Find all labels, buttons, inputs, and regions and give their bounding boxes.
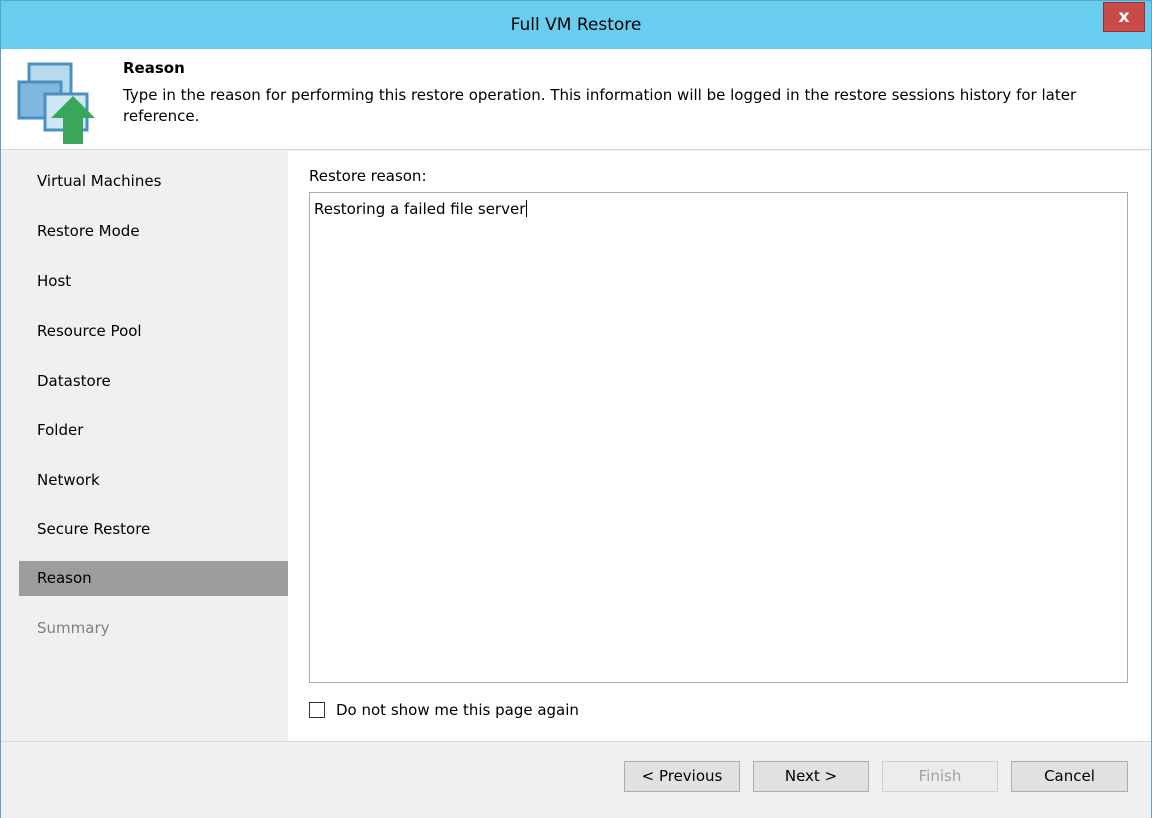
wizard-steps-sidebar: Virtual Machines Restore Mode Host Resou…	[1, 151, 288, 741]
step-resource-pool[interactable]: Resource Pool	[19, 314, 288, 349]
dont-show-row[interactable]: Do not show me this page again	[309, 700, 579, 720]
main-content: Restore reason: Restoring a failed file …	[288, 151, 1151, 741]
page-title: Reason	[123, 59, 185, 77]
restore-reason-input[interactable]: Restoring a failed file server	[309, 192, 1128, 683]
step-folder[interactable]: Folder	[19, 413, 288, 448]
wizard-footer: < Previous Next > Finish Cancel	[1, 741, 1151, 818]
step-restore-mode[interactable]: Restore Mode	[19, 214, 288, 249]
window-title: Full VM Restore	[510, 15, 642, 35]
text-cursor	[526, 200, 528, 217]
restore-reason-text: Restoring a failed file server	[314, 200, 526, 218]
vm-restore-icon	[17, 62, 95, 144]
step-secure-restore[interactable]: Secure Restore	[19, 512, 288, 547]
step-network[interactable]: Network	[19, 463, 288, 498]
finish-button: Finish	[882, 761, 998, 792]
wizard-window: Full VM Restore x Reason Type in the rea…	[0, 0, 1152, 818]
next-button[interactable]: Next >	[753, 761, 869, 792]
step-datastore[interactable]: Datastore	[19, 364, 288, 399]
page-description: Type in the reason for performing this r…	[123, 86, 1077, 125]
step-virtual-machines[interactable]: Virtual Machines	[19, 164, 288, 199]
step-reason[interactable]: Reason	[19, 561, 288, 596]
restore-reason-label: Restore reason:	[309, 167, 427, 185]
cancel-button[interactable]: Cancel	[1011, 761, 1128, 792]
dont-show-label[interactable]: Do not show me this page again	[336, 701, 579, 719]
dont-show-checkbox[interactable]	[309, 702, 325, 718]
wizard-header: Reason Type in the reason for performing…	[1, 49, 1151, 150]
step-summary: Summary	[37, 619, 110, 637]
title-bar[interactable]: Full VM Restore x	[1, 1, 1151, 49]
close-button[interactable]: x	[1103, 2, 1145, 32]
previous-button[interactable]: < Previous	[624, 761, 740, 792]
step-host[interactable]: Host	[19, 264, 288, 299]
